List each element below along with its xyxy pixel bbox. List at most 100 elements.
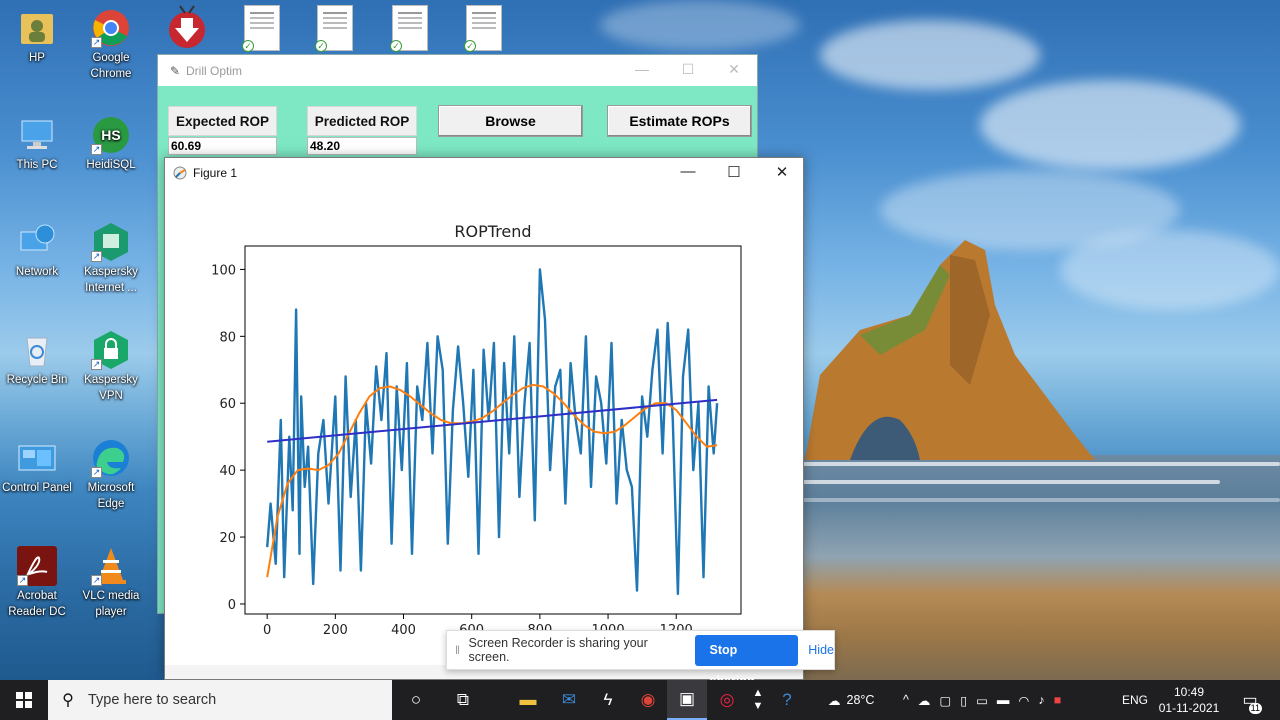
clock-date: 01-11-2021 <box>1158 701 1220 715</box>
figure-titlebar[interactable]: Figure 1 <box>165 158 803 188</box>
file-thumbnail[interactable]: ✓ <box>464 5 502 52</box>
drag-handle-icon[interactable]: ‖ <box>455 643 469 657</box>
maximize-icon[interactable]: ☐ <box>678 61 698 78</box>
desktop-icon-kaspersky-internet[interactable]: ↗ Kaspersky Internet ... <box>74 222 148 296</box>
desktop-icon-label: VLC media player <box>82 590 140 618</box>
help-icon[interactable]: ? <box>767 680 807 720</box>
chrome-icon: ↗ <box>91 8 131 48</box>
desktop-icon-edge[interactable]: ↗ Microsoft Edge <box>74 438 148 512</box>
drill-titlebar[interactable]: ✎ Drill Optim <box>158 55 757 86</box>
edge-icon: ↗ <box>91 438 131 478</box>
x-tick-label: 0 <box>263 623 271 638</box>
downloader-app-icon[interactable] <box>166 4 208 50</box>
close-icon[interactable]: ✕ <box>724 61 744 78</box>
volume-icon[interactable]: ♪ <box>1038 693 1053 707</box>
desktop-icon-label: HP <box>29 52 45 64</box>
kaspersky-vpn-icon: ↗ <box>91 330 131 370</box>
language-indicator[interactable]: ENG <box>1122 680 1148 720</box>
screen-sharing-banner: ‖ Screen Recorder is sharing your screen… <box>446 630 835 688</box>
desktop-icon-control-panel[interactable]: Control Panel <box>0 438 74 496</box>
sublime-icon[interactable]: ϟ <box>588 680 628 720</box>
tray-app-icon[interactable]: ▢ <box>939 693 960 708</box>
usb-icon[interactable]: ▯ <box>960 693 976 708</box>
minimize-icon[interactable]: — <box>632 61 652 77</box>
temperature: 28°C <box>846 693 875 707</box>
mail-icon[interactable]: ✉ <box>549 680 589 720</box>
network-tray-icon[interactable]: ▭ <box>976 693 997 708</box>
desktop-icon-vlc[interactable]: ↗ VLC media player <box>74 546 148 620</box>
x-tick-label: 200 <box>323 623 348 638</box>
window-title: Drill Optim <box>186 63 242 78</box>
start-button[interactable] <box>0 680 48 720</box>
cortana-icon[interactable]: ○ <box>396 680 436 720</box>
beach <box>800 455 1280 680</box>
chrome-taskbar-icon[interactable]: ◉ <box>628 680 668 720</box>
desktop-icon-label: Recycle Bin <box>6 374 68 386</box>
sync-check-icon: ✓ <box>242 40 254 52</box>
taskbar: ⚲ Type here to search ○ ⧉ ▬ ✉ ϟ ◉ ▣ ◎ ▲ ▼… <box>0 680 1280 720</box>
minimize-icon[interactable]: — <box>673 163 703 180</box>
y-tick-label: 40 <box>219 464 236 479</box>
expected-rop-field[interactable]: 60.69 <box>168 137 277 155</box>
figure-window[interactable]: Figure 1 — ☐ ✕ ROPTrend02004006008001000… <box>164 157 804 680</box>
sync-check-icon: ✓ <box>464 40 476 52</box>
battery-icon[interactable]: ▬ <box>997 693 1019 707</box>
file-thumbnail[interactable]: ✓ <box>242 5 280 52</box>
desktop-icon-label: Control Panel <box>2 482 72 494</box>
file-explorer-icon[interactable]: ▬ <box>508 680 548 720</box>
clock[interactable]: 10:49 01-11-2021 <box>1154 684 1224 716</box>
y-tick-label: 20 <box>219 531 236 546</box>
desktop-icon-chrome[interactable]: ↗ Google Chrome <box>74 8 148 82</box>
show-hidden-icons[interactable]: ^ <box>903 693 918 707</box>
desktop-icon-acrobat[interactable]: ↗ Acrobat Reader DC <box>0 546 74 620</box>
cloud <box>820 20 1040 90</box>
desktop-icon-label: Kaspersky VPN <box>84 374 138 402</box>
desktop-icon-network[interactable]: Network <box>0 222 74 280</box>
plot-frame <box>244 245 742 615</box>
desktop-icon-heidisql[interactable]: HS ↗ HeidiSQL <box>74 115 148 173</box>
python-app-icon[interactable]: ▣ <box>667 680 707 720</box>
desktop-icon-label: Acrobat Reader DC <box>8 590 66 618</box>
close-icon[interactable]: ✕ <box>767 163 797 181</box>
series-line-1 <box>266 268 719 596</box>
taskbar-search[interactable]: ⚲ Type here to search <box>48 680 392 720</box>
notification-badge: 11 <box>1248 703 1262 714</box>
screen-recorder-icon[interactable]: ◎ <box>707 680 747 720</box>
heidisql-icon: HS ↗ <box>91 115 131 155</box>
onedrive-icon[interactable]: ☁ <box>918 693 940 708</box>
file-thumbnail[interactable]: ✓ <box>315 5 353 52</box>
predicted-rop-field[interactable]: 48.20 <box>307 137 417 155</box>
desktop-icon-this-pc[interactable]: This PC <box>0 115 74 173</box>
desktop-icon-kaspersky-vpn[interactable]: ↗ Kaspersky VPN <box>74 330 148 404</box>
file-thumbnail[interactable]: ✓ <box>390 5 428 52</box>
system-tray-icons[interactable]: ^ ☁ ▢ ▯ ▭ ▬ ◠ ♪ ■ <box>903 680 1070 720</box>
search-placeholder: Type here to search <box>88 692 217 708</box>
search-icon: ⚲ <box>62 692 74 709</box>
shortcut-arrow-icon: ↗ <box>91 467 102 478</box>
desktop-icon-recycle-bin[interactable]: Recycle Bin <box>0 330 74 388</box>
shortcut-arrow-icon: ↗ <box>91 144 102 155</box>
figure-title: Figure 1 <box>193 166 238 180</box>
maximize-icon[interactable]: ☐ <box>719 163 749 181</box>
weather-widget[interactable]: ☁ 28°C <box>828 680 874 720</box>
shortcut-arrow-icon: ↗ <box>17 575 28 586</box>
y-tick-label: 80 <box>219 330 236 345</box>
shortcut-arrow-icon: ↗ <box>91 251 102 262</box>
task-view-icon[interactable]: ⧉ <box>443 680 483 720</box>
notifications-icon[interactable]: ▭ 11 <box>1230 680 1270 720</box>
matplotlib-logo-icon <box>173 166 187 180</box>
shortcut-arrow-icon: ↗ <box>91 37 102 48</box>
cloud <box>600 0 800 50</box>
rock-arch <box>805 240 1095 460</box>
desktop-icon-hp[interactable]: HP <box>0 8 74 66</box>
shortcut-arrow-icon: ↗ <box>91 575 102 586</box>
wave <box>800 480 1220 484</box>
wifi-icon[interactable]: ◠ <box>1018 693 1038 708</box>
acrobat-icon: ↗ <box>17 546 57 586</box>
stop-sharing-button[interactable]: Stop sharing <box>694 634 799 688</box>
hide-button[interactable]: Hide <box>808 643 834 657</box>
browse-button[interactable]: Browse <box>438 105 583 137</box>
kaspersky-icon: ↗ <box>91 222 131 262</box>
antivirus-icon[interactable]: ■ <box>1054 693 1071 707</box>
estimate-rops-button[interactable]: Estimate ROPs <box>607 105 752 137</box>
